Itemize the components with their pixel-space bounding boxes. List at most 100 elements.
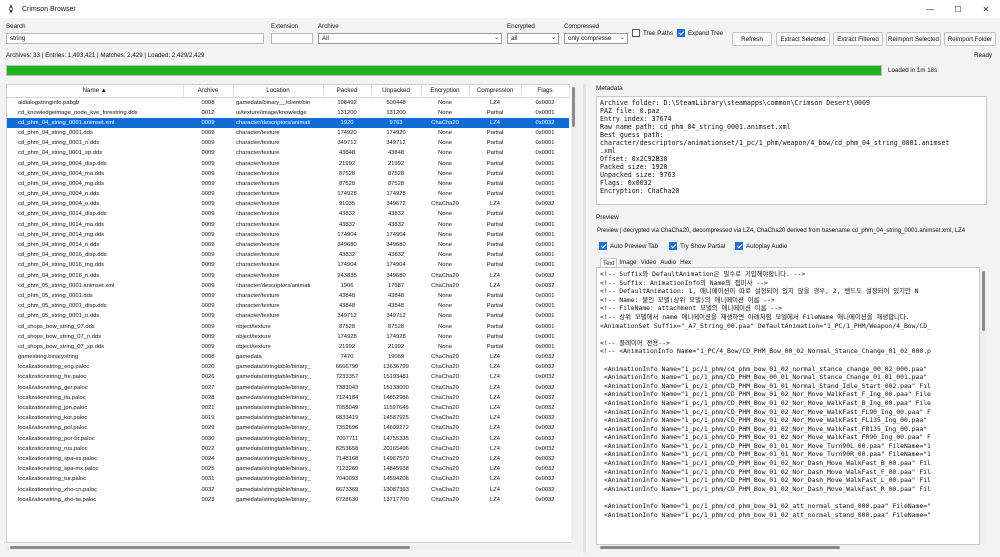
table-row[interactable]: localizationstring_por-br.paloc 0030 gamed… [7,434,569,444]
close-icon[interactable]: ✕ [972,0,1000,18]
table-row[interactable]: localizationstring_tur.paloc 0031 gamedata… [7,474,569,484]
metadata-text[interactable]: Archive folder: D:\SteamLibrary\steamapp… [596,96,987,205]
table-row[interactable]: localizationstring_zho-tw.paloc 0023 gamed… [7,495,569,505]
auto-preview-tab-checkbox[interactable]: Auto Preview Tab [599,242,658,250]
table-cell: 0009 [201,262,215,269]
table-row[interactable]: localizationstring_pol.paloc 0029 gamedata… [7,423,569,433]
table-row[interactable]: localizationstring_eng.paloc 0020 gamedata… [7,362,569,372]
table-cell: gamedata/stringtable/binary_ [236,476,311,483]
table-cell: 87528 [387,170,405,177]
try-show-partial-checkbox[interactable]: Try Show Partial [669,242,725,250]
table-row[interactable]: aidialogstringinfo.pabgb 0008 gamedata/bin… [7,97,569,108]
table-row[interactable]: cd_phm_04_string_0001_sp.dds 0009 characte… [7,148,569,158]
table-cell: 0009 [201,231,215,238]
table-row[interactable]: localizationstring_spa-mx.paloc 0025 gamed… [7,464,569,474]
table-row[interactable]: cd_phm_04_string_0014_mg.dds 0009 characte… [7,230,569,240]
table-horizontal-scrollbar[interactable] [6,545,576,550]
compressed-select[interactable]: only compresse ⌄ [564,33,628,44]
table-row[interactable]: cd_knowledgeimage_node_kve_forestring.dd… [7,108,569,118]
preview-vertical-scrollbar[interactable] [980,267,987,545]
table-cell: LZ4 [490,394,500,401]
extract-filtered-button[interactable]: Extract Filtered [833,32,883,46]
table-row[interactable]: localizationstring_spa-es.paloc 0024 gamed… [7,454,569,464]
table-cell: character/texture [236,242,280,249]
autoplay-audio-checkbox[interactable]: Autoplay Audio [735,242,787,250]
preview-text[interactable]: <!-- Suffix와 DefaultAnimation은 필수로 기입해야합… [596,267,980,545]
table-row[interactable]: cd_phm_04_string_0001.dds 0009 character/t… [7,128,569,138]
column-header[interactable]: Encryption [421,85,470,98]
table-row[interactable]: cd_phm_04_string_0004_o.dds 0009 character… [7,199,569,209]
search-input[interactable]: string [6,33,264,44]
table-row[interactable]: cd_phm_05_string_0001_disp.dds 0009 charac… [7,301,569,311]
table-cell: character/texture [236,170,280,177]
table-row[interactable]: cd_phm_05_string_0001.animset.xml 0009 cha… [7,281,569,291]
column-header[interactable]: Compression [469,85,522,98]
table-cell: 0x0032 [535,435,555,442]
table-row[interactable]: cd_phm_04_string_0001_n.dds 0009 character… [7,138,569,148]
scrollbar-thumb[interactable] [982,271,985,331]
column-header[interactable]: Packed [323,85,372,98]
scrollbar-thumb[interactable] [600,546,840,549]
column-header[interactable]: Unpacked [371,85,422,98]
table-row[interactable]: gamestring.binarystring 0008 gamedata 7470 1… [7,352,569,362]
archive-select[interactable]: All ⌄ [318,33,502,44]
maximize-icon[interactable]: ☐ [944,0,972,18]
table-row[interactable]: cd_phm_05_string_0001.dds 0009 character/t… [7,291,569,301]
pane-splitter[interactable] [583,84,586,554]
column-header[interactable]: Location [233,85,324,98]
extract-selected-button[interactable]: Extract Selected [776,32,830,46]
encrypted-select[interactable]: all ⌄ [507,33,559,44]
table-cell: 43832 [338,252,356,259]
table-row[interactable]: cd_phm_04_string_0016_mg.dds 0009 characte… [7,260,569,270]
table-row[interactable]: cd_shops_bow_string_07_sp.dds 0009 object/… [7,342,569,352]
table-row[interactable]: cd_phm_04_string_0016_disp.dds 0009 charac… [7,250,569,260]
expand-tree-checkbox[interactable]: Expand Tree [677,29,723,37]
table-cell: character/texture [236,180,280,187]
table-row[interactable]: cd_shops_bow_string_07.dds 0009 object/tex… [7,321,569,331]
table-cell: LZ4 [490,466,500,473]
table-cell: 21992 [338,160,356,167]
table-row[interactable]: localizationstring_kor.paloc 0019 gamedata… [7,413,569,423]
table-row[interactable]: cd_phm_04_string_0014_disp.dds 0009 charac… [7,209,569,219]
reimport-folder-button[interactable]: Reimport Folder [944,32,996,46]
column-header[interactable]: Flags [521,85,570,98]
compressed-select-value: only compresse [568,35,612,42]
table-row[interactable]: cd_phm_04_string_0004_n.dds 0009 character… [7,189,569,199]
table-cell: None [438,252,452,259]
table-row[interactable]: localizationstring_ger.paloc 0027 gamedata… [7,383,569,393]
table-row[interactable]: localizationstring_rus.paloc 0022 gamedata… [7,444,569,454]
table-cell: localizationstring_fre.paloc [18,374,87,381]
table-vertical-scrollbar[interactable] [571,84,577,543]
table-cell: 87528 [387,323,405,330]
table-row[interactable]: localizationstring_zho-cn.paloc 0032 gamed… [7,484,569,494]
table-row[interactable]: localizationstring_ita.paloc 0028 gamedata… [7,393,569,403]
scrollbar-thumb[interactable] [10,546,410,549]
table-row[interactable]: cd_phm_04_string_0004_disp.dds 0009 charac… [7,158,569,168]
table-cell: character/texture [236,262,280,269]
table-cell: 0x0001 [535,221,555,228]
table-row[interactable]: cd_shops_bow_string_07_n.dds 0009 object/t… [7,332,569,342]
table-row[interactable]: cd_phm_04_string_0004_mg.dds 0009 characte… [7,179,569,189]
reimport-selected-button[interactable]: Reimport Selected [886,32,941,46]
table-cell: Partial [486,262,504,269]
table-row[interactable]: cd_phm_04_string_0014_ma.dds 0009 characte… [7,220,569,230]
refresh-button[interactable]: Refresh [732,32,772,46]
table-row[interactable]: cd_phm_05_string_0001_n.dds 0009 character… [7,311,569,321]
table-cell: object/texture [236,323,271,330]
table-row[interactable]: cd_phm_04_string_0004_ma.dds 0009 characte… [7,169,569,179]
minimize-icon[interactable]: — [916,0,944,18]
table-row[interactable]: localizationstring_jpn.paloc 0021 gamedata… [7,403,569,413]
table-row[interactable]: cd_phm_04_string_0001.animset.xml 0009 cha… [7,117,569,128]
table-cell: 0x0001 [535,333,555,340]
table-row[interactable]: localizationstring_fre.paloc 0026 gamedata… [7,372,569,382]
column-header[interactable]: Archive [183,85,234,98]
tree-paths-checkbox[interactable]: Tree Paths [632,29,673,37]
scrollbar-thumb[interactable] [572,87,575,127]
table-row[interactable]: cd_phm_04_string_0016_n.dds 0009 character… [7,271,569,281]
table-cell: 43848 [338,303,356,310]
preview-title: Preview [596,214,619,221]
preview-horizontal-scrollbar[interactable] [596,545,980,551]
extension-input[interactable] [271,33,313,44]
table-row[interactable]: cd_phm_04_string_0014_n.dds 0009 character… [7,240,569,250]
column-header[interactable]: Name ▲ [7,85,184,98]
